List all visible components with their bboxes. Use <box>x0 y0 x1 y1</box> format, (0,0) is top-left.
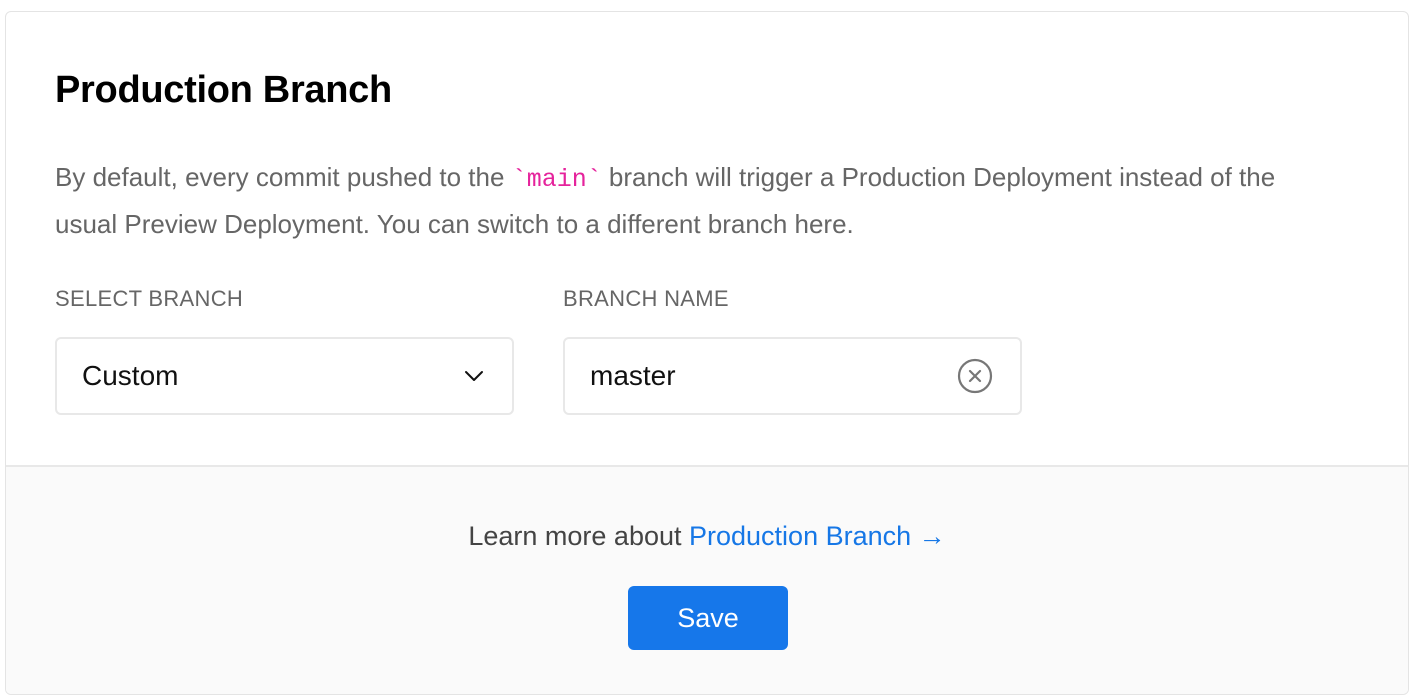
learn-more-prefix: Learn more about <box>468 521 689 551</box>
branch-name-field <box>563 337 1022 415</box>
clear-circle-x-icon[interactable] <box>956 357 994 395</box>
learn-more-text: Learn more about Production Branch → <box>6 521 1408 552</box>
save-button[interactable]: Save <box>628 586 788 650</box>
card-footer: Learn more about Production Branch → Sav… <box>6 465 1408 694</box>
chevron-down-icon <box>465 371 483 381</box>
select-branch-value: Custom <box>82 360 179 391</box>
card-body: Production Branch By default, every comm… <box>6 12 1408 465</box>
select-branch-dropdown[interactable]: Custom <box>55 337 514 415</box>
production-branch-link[interactable]: Production Branch → <box>689 521 946 551</box>
card-description: By default, every commit pushed to the `… <box>55 155 1315 246</box>
description-code-main: `main` <box>511 165 602 194</box>
card-title: Production Branch <box>55 69 392 111</box>
select-branch-label: SELECT BRANCH <box>55 286 244 311</box>
production-branch-card: Production Branch By default, every comm… <box>5 11 1409 695</box>
branch-name-label: BRANCH NAME <box>563 286 729 311</box>
description-text-1: By default, every commit pushed to the <box>55 162 512 192</box>
branch-name-input[interactable] <box>590 360 956 392</box>
